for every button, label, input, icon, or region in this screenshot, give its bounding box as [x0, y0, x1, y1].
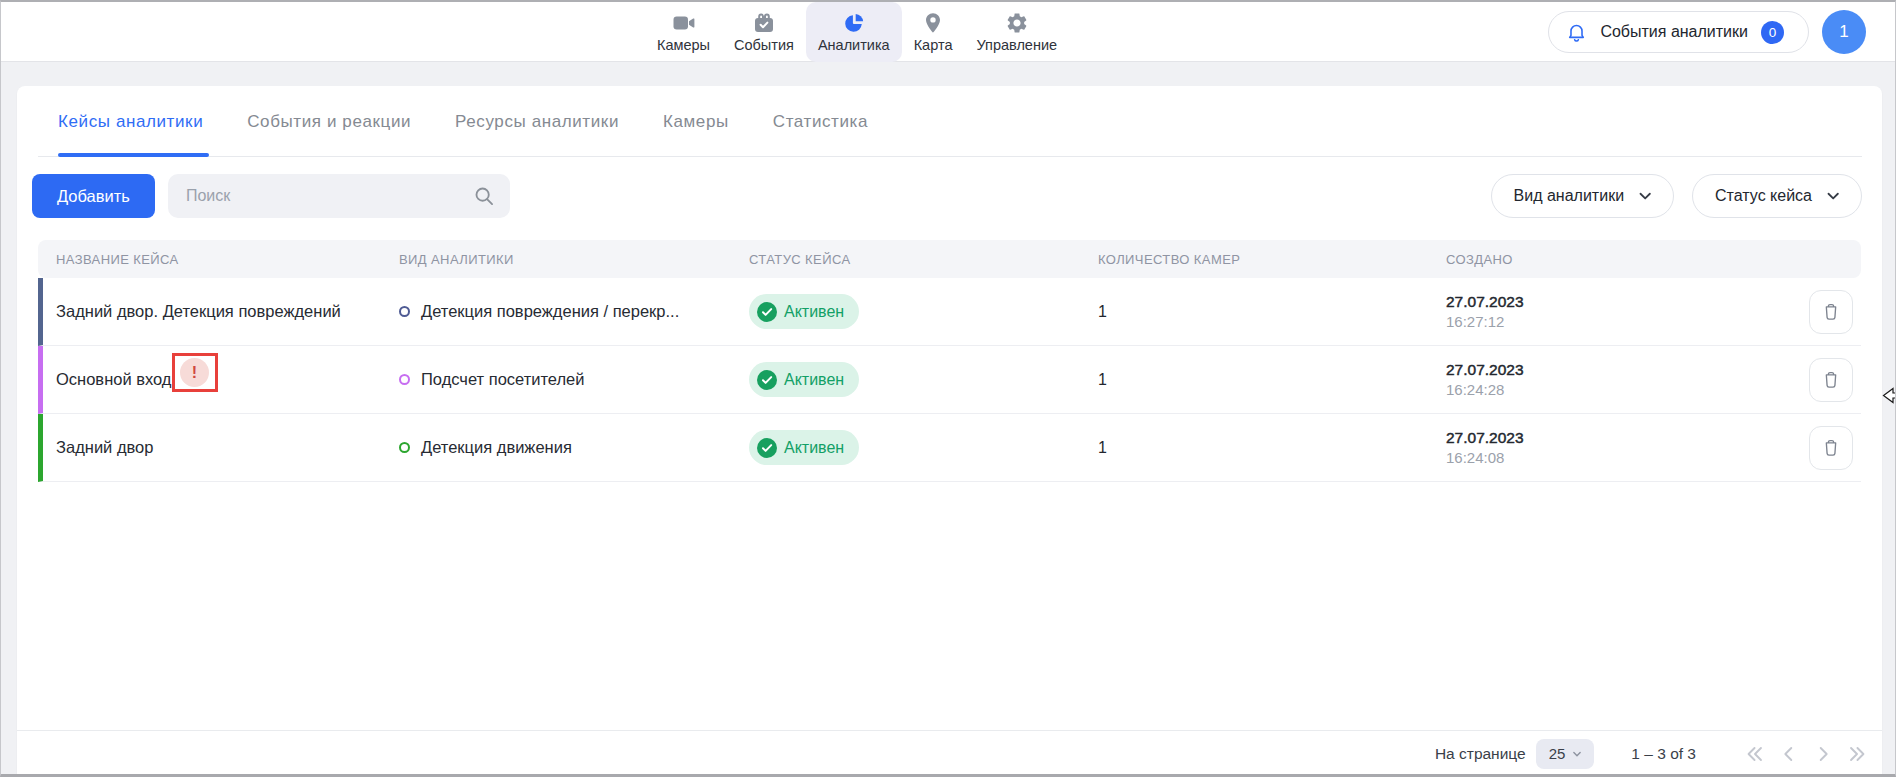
tab-analytics-resources[interactable]: Ресурсы аналитики	[455, 86, 625, 157]
camera-count: 1	[1098, 303, 1446, 321]
nav-label: Камеры	[657, 37, 710, 53]
nav-item-events[interactable]: События	[722, 2, 806, 62]
col-case-name: НАЗВАНИЕ КЕЙСА	[38, 252, 399, 267]
col-analytics-type: ВИД АНАЛИТИКИ	[399, 252, 749, 267]
case-status-filter[interactable]: Статус кейса	[1692, 174, 1862, 218]
col-created: СОЗДАНО	[1446, 252, 1801, 267]
next-page-button[interactable]	[1812, 743, 1834, 765]
col-case-status: СТАТУС КЕЙСА	[749, 252, 1098, 267]
table-row[interactable]: Задний двор. Детекция повреждений Детекц…	[38, 278, 1861, 346]
delete-button[interactable]	[1809, 358, 1853, 402]
last-page-button[interactable]	[1846, 743, 1868, 765]
first-page-button[interactable]	[1744, 743, 1766, 765]
error-annotation: !	[172, 353, 218, 392]
created-time: 16:24:28	[1446, 381, 1801, 398]
chevron-down-icon	[1824, 187, 1842, 205]
check-circle-icon	[757, 302, 777, 322]
camera-count: 1	[1098, 439, 1446, 457]
tabs-divider	[38, 156, 1862, 157]
nav-label: Аналитика	[818, 37, 890, 53]
chevron-down-icon	[1636, 187, 1654, 205]
user-avatar[interactable]: 1	[1822, 10, 1866, 54]
tab-events-reactions[interactable]: События и реакции	[247, 86, 417, 157]
events-calendar-icon	[752, 11, 776, 35]
status-badge: Активен	[749, 362, 859, 397]
search-icon	[473, 185, 495, 211]
delete-button[interactable]	[1809, 290, 1853, 334]
main-nav: Камеры События Аналитика Карта	[645, 2, 1069, 62]
created-time: 16:27:12	[1446, 313, 1801, 330]
map-pin-icon	[921, 11, 945, 35]
content-card: Кейсы аналитики События и реакции Ресурс…	[17, 86, 1882, 776]
case-name: Задний двор	[56, 438, 153, 457]
analytics-type: Детекция повреждения / перекр...	[421, 302, 679, 321]
add-button[interactable]: Добавить	[32, 174, 155, 218]
per-page-select[interactable]: 25	[1536, 739, 1595, 769]
pagination-controls	[1744, 743, 1868, 765]
table-row[interactable]: Основной вход ! Подсчет посетителей Акти…	[38, 346, 1861, 414]
tab-cameras[interactable]: Камеры	[663, 86, 735, 157]
delete-button[interactable]	[1809, 426, 1853, 470]
cases-table: НАЗВАНИЕ КЕЙСА ВИД АНАЛИТИКИ СТАТУС КЕЙС…	[38, 240, 1861, 482]
nav-label: Карта	[914, 37, 953, 53]
camera-count: 1	[1098, 371, 1446, 389]
table-header: НАЗВАНИЕ КЕЙСА ВИД АНАЛИТИКИ СТАТУС КЕЙС…	[38, 240, 1861, 278]
table-row[interactable]: Задний двор Детекция движения Активен 1 …	[38, 414, 1861, 482]
created-date: 27.07.2023	[1446, 293, 1801, 311]
pagination-footer: На странице 25 1 – 3 of 3	[17, 730, 1882, 776]
double-chevron-right-icon	[1846, 743, 1868, 765]
nav-label: События	[734, 37, 794, 53]
status-badge: Активен	[749, 294, 859, 329]
analytics-type-ring	[399, 374, 410, 385]
analytics-type-ring	[399, 306, 410, 317]
case-name: Задний двор. Детекция повреждений	[56, 302, 341, 321]
analytics-type: Подсчет посетителей	[421, 370, 585, 389]
prev-page-button[interactable]	[1778, 743, 1800, 765]
check-circle-icon	[757, 370, 777, 390]
events-button-label: События аналитики	[1600, 23, 1748, 41]
case-name: Основной вход	[56, 370, 172, 389]
topbar-right: События аналитики 0 1	[1548, 10, 1866, 54]
col-camera-count: КОЛИЧЕСТВО КАМЕР	[1098, 252, 1446, 267]
page-range: 1 – 3 of 3	[1631, 745, 1696, 763]
chevron-down-icon	[1570, 747, 1584, 761]
nav-item-cameras[interactable]: Камеры	[645, 2, 722, 62]
camera-icon	[672, 11, 696, 35]
analytics-type-filter[interactable]: Вид аналитики	[1491, 174, 1675, 218]
nav-item-analytics[interactable]: Аналитика	[806, 2, 902, 62]
analytics-type-ring	[399, 442, 410, 453]
status-badge: Активен	[749, 430, 859, 465]
nav-item-settings[interactable]: Управление	[964, 2, 1069, 62]
bell-icon	[1566, 21, 1587, 43]
analytics-pie-icon	[842, 11, 866, 35]
created-date: 27.07.2023	[1446, 361, 1801, 379]
error-icon: !	[180, 358, 209, 387]
nav-item-map[interactable]: Карта	[902, 2, 965, 62]
chevron-right-icon	[1812, 743, 1834, 765]
double-chevron-left-icon	[1744, 743, 1766, 765]
analytics-type: Детекция движения	[421, 438, 572, 457]
events-count-badge: 0	[1761, 21, 1784, 44]
trash-icon	[1821, 370, 1841, 390]
trash-icon	[1821, 302, 1841, 322]
tabs-bar: Кейсы аналитики События и реакции Ресурс…	[17, 86, 1882, 157]
created-date: 27.07.2023	[1446, 429, 1801, 447]
check-circle-icon	[757, 438, 777, 458]
search-box	[168, 174, 510, 218]
nav-label: Управление	[976, 37, 1057, 53]
analytics-events-button[interactable]: События аналитики 0	[1548, 11, 1809, 53]
tab-analytics-cases[interactable]: Кейсы аналитики	[58, 86, 209, 157]
search-input[interactable]	[168, 174, 510, 218]
page-body: Кейсы аналитики События и реакции Ресурс…	[1, 62, 1895, 776]
per-page-label: На странице	[1435, 745, 1526, 763]
chevron-left-icon	[1778, 743, 1800, 765]
top-navigation-bar: Камеры События Аналитика Карта	[1, 2, 1895, 62]
tab-statistics[interactable]: Статистика	[773, 86, 874, 157]
created-time: 16:24:08	[1446, 449, 1801, 466]
mouse-cursor	[1882, 387, 1896, 409]
toolbar: Добавить Вид аналитики Статус кейса	[17, 174, 1882, 218]
app-window: Камеры События Аналитика Карта	[0, 0, 1896, 777]
trash-icon	[1821, 438, 1841, 458]
gear-icon	[1005, 11, 1029, 35]
